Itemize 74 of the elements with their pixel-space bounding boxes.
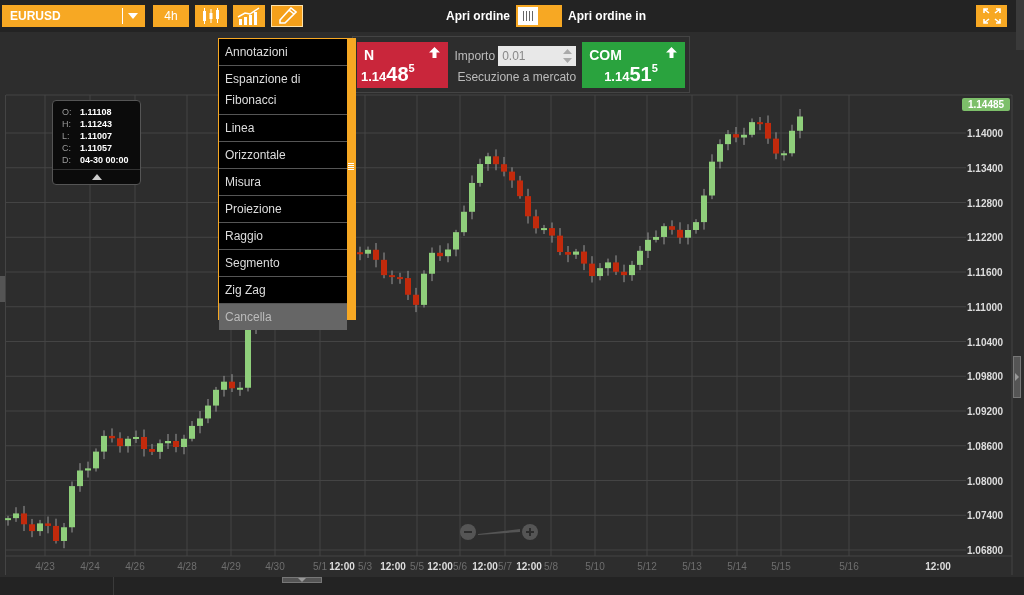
drawing-tool-button[interactable]: [271, 5, 303, 27]
ohlc-value: 1.11007: [80, 131, 113, 141]
ohlc-key: L:: [62, 131, 75, 141]
fullscreen-button[interactable]: [976, 5, 1007, 27]
price-axis-label: 1.09800: [967, 371, 1004, 383]
time-axis-label: 12:00: [329, 561, 355, 572]
time-axis-label: 5/8: [544, 561, 558, 572]
ohlc-key: D:: [62, 155, 75, 165]
menu-scrollbar[interactable]: [347, 39, 355, 319]
bottom-panel-handle[interactable]: [282, 577, 322, 583]
price-axis-label: 1.09200: [967, 406, 1004, 417]
candlestick-icon: [201, 7, 221, 25]
time-axis-label: 4/29: [221, 561, 241, 572]
price-axis-label: 1.08000: [967, 475, 1004, 487]
price-axis-label: 1.08600: [967, 440, 1004, 452]
time-axis-label: 4/24: [80, 561, 100, 572]
execution-label: Esecuzione a mercato: [457, 69, 577, 84]
price-axis-label: 1.11600: [967, 267, 1003, 278]
time-axis-label: 12:00: [380, 561, 406, 572]
time-axis-label: 5/3: [358, 561, 372, 572]
order-toggle[interactable]: [516, 5, 562, 27]
candles-tool-button[interactable]: [195, 5, 227, 27]
amount-label: Importo: [454, 48, 496, 63]
time-axis-label: 5/16: [839, 561, 859, 572]
time-axis-label: 5/6: [453, 561, 467, 572]
time-axis-label: 5/13: [682, 561, 702, 572]
current-price-badge: 1.14485: [962, 98, 1010, 111]
ohlc-value: 1.11243: [80, 119, 113, 129]
price-axis-label: 1.12200: [967, 232, 1004, 244]
price-axis-label: 1.10400: [967, 336, 1004, 348]
time-axis-label: 5/5: [410, 561, 424, 572]
time-axis-label: 12:00: [472, 561, 498, 572]
ohlc-key: O:: [62, 107, 75, 117]
time-axis-label: 12:00: [427, 561, 453, 572]
time-axis-label: 4/30: [265, 561, 285, 572]
time-axis-label: 5/10: [585, 561, 605, 572]
price-axis-label: 1.12800: [967, 197, 1004, 209]
collapse-icon[interactable]: [91, 174, 102, 180]
time-axis-label: 5/15: [771, 561, 791, 572]
time-axis-label: 5/14: [727, 561, 747, 572]
indicators-tool-button[interactable]: [233, 5, 265, 27]
ohlc-key: C:: [62, 143, 75, 153]
price-axis-label: 1.11000: [967, 301, 1003, 313]
sell-button[interactable]: N 1.1448$^{5}$: [357, 41, 449, 88]
time-axis-label: 5/7: [498, 561, 512, 572]
spinner-icon: [563, 48, 573, 63]
zoom-out-icon[interactable]: [460, 524, 476, 540]
price-axis-label: 1.13400: [967, 162, 1004, 174]
zoom-slider-icon[interactable]: [478, 529, 520, 535]
open-order-in-label: Apri ordine in: [568, 9, 646, 23]
fullscreen-icon: [982, 8, 1001, 24]
arrow-up-icon: [429, 46, 441, 58]
time-axis-label: 12:00: [925, 561, 951, 572]
time-axis-label: 4/28: [177, 561, 197, 572]
pencil-icon: [277, 7, 297, 25]
price-axis-label: 1.07400: [967, 510, 1004, 522]
open-order-label: Apri ordine: [446, 9, 510, 23]
ohlc-value: 1.11108: [80, 107, 112, 117]
left-panel-handle[interactable]: [0, 276, 5, 302]
caret-icon: [128, 13, 138, 19]
time-axis-label: 5/1: [313, 561, 327, 572]
time-axis-label: 4/26: [125, 561, 145, 572]
arrow-up-icon: [666, 46, 677, 58]
price-axis-label: 1.14000: [967, 128, 1004, 139]
time-axis-label: 12:00: [516, 561, 542, 572]
ohlc-key: H:: [62, 119, 75, 129]
ohlc-value: 04-30 00:00: [80, 155, 129, 165]
time-axis-label: 5/12: [637, 561, 657, 572]
zoom-in-icon[interactable]: [522, 524, 538, 540]
right-panel-handle[interactable]: [1013, 356, 1021, 398]
ohlc-value: 1.11057: [80, 143, 113, 153]
line-chart-icon: [237, 7, 261, 25]
price-axis-label: 1.06800: [967, 545, 1004, 556]
time-axis-label: 4/23: [35, 561, 55, 572]
